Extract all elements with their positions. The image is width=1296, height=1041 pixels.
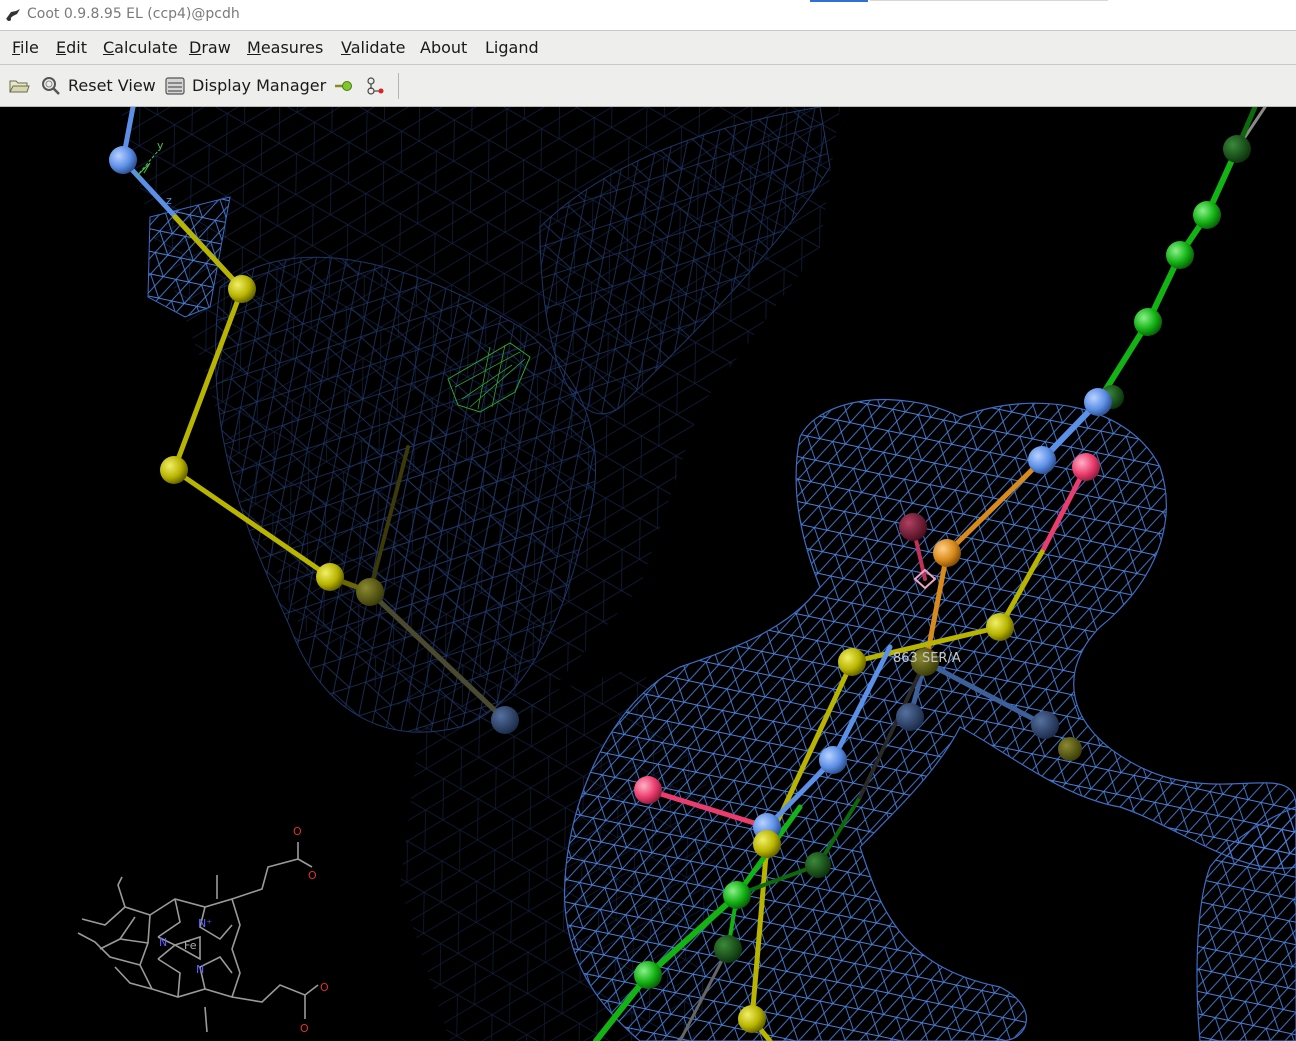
- window-title: Coot 0.9.8.95 EL (ccp4)@pcdh: [27, 6, 240, 22]
- ligand-atom-o4: O: [300, 1022, 309, 1035]
- toolbar-separator: [398, 73, 399, 99]
- coot-app-icon: [6, 9, 20, 21]
- folder-open-icon[interactable]: [8, 76, 30, 96]
- ligand-2d-diagram: O O O O N⁺ N N Fe: [77, 825, 329, 1035]
- ligand-atom-o2: O: [308, 869, 317, 882]
- molecule-scene: 863 SER/A y z O O O O N⁺ N N Fe: [77, 107, 1296, 1041]
- title-accent-line: [810, 0, 868, 2]
- menu-edit[interactable]: Edit: [56, 38, 87, 57]
- window-titlebar: Coot 0.9.8.95 EL (ccp4)@pcdh: [0, 0, 1296, 30]
- menu-measures[interactable]: Measures: [247, 38, 323, 57]
- menu-calculate[interactable]: Calculate: [103, 38, 178, 57]
- reset-view-label: Reset View: [68, 76, 156, 95]
- ligand-atom-o3: O: [320, 981, 329, 994]
- title-divider-line: [870, 0, 1108, 1]
- menu-file[interactable]: File: [12, 38, 39, 57]
- residue-label: 863 SER/A: [893, 651, 961, 666]
- graphics-viewport[interactable]: 863 SER/A y z O O O O N⁺ N N Fe: [0, 107, 1296, 1041]
- ligand-atom-fe: Fe: [184, 939, 197, 952]
- zoom-fit-icon: [42, 77, 60, 95]
- menu-bar: File Edit Calculate Draw Measures Valida…: [0, 30, 1296, 65]
- ligand-atom-icon[interactable]: [364, 76, 386, 96]
- main-toolbar: Reset View Display Manager: [0, 65, 1296, 107]
- axis-z-label: z: [166, 194, 172, 207]
- axis-y-label: y: [157, 139, 164, 152]
- ligand-atom-n1: N⁺: [198, 917, 212, 930]
- go-to-atom-icon[interactable]: [333, 76, 355, 96]
- ligand-atom-n3: N: [196, 963, 204, 976]
- display-manager-label: Display Manager: [192, 76, 327, 95]
- ligand-atom-o1: O: [293, 825, 302, 838]
- menu-ligand[interactable]: Ligand: [485, 38, 539, 57]
- ligand-atom-n2: N: [159, 936, 167, 949]
- menu-about[interactable]: About: [420, 38, 467, 57]
- display-manager-icon: [165, 77, 185, 95]
- menu-draw[interactable]: Draw: [189, 38, 231, 57]
- menu-validate[interactable]: Validate: [341, 38, 405, 57]
